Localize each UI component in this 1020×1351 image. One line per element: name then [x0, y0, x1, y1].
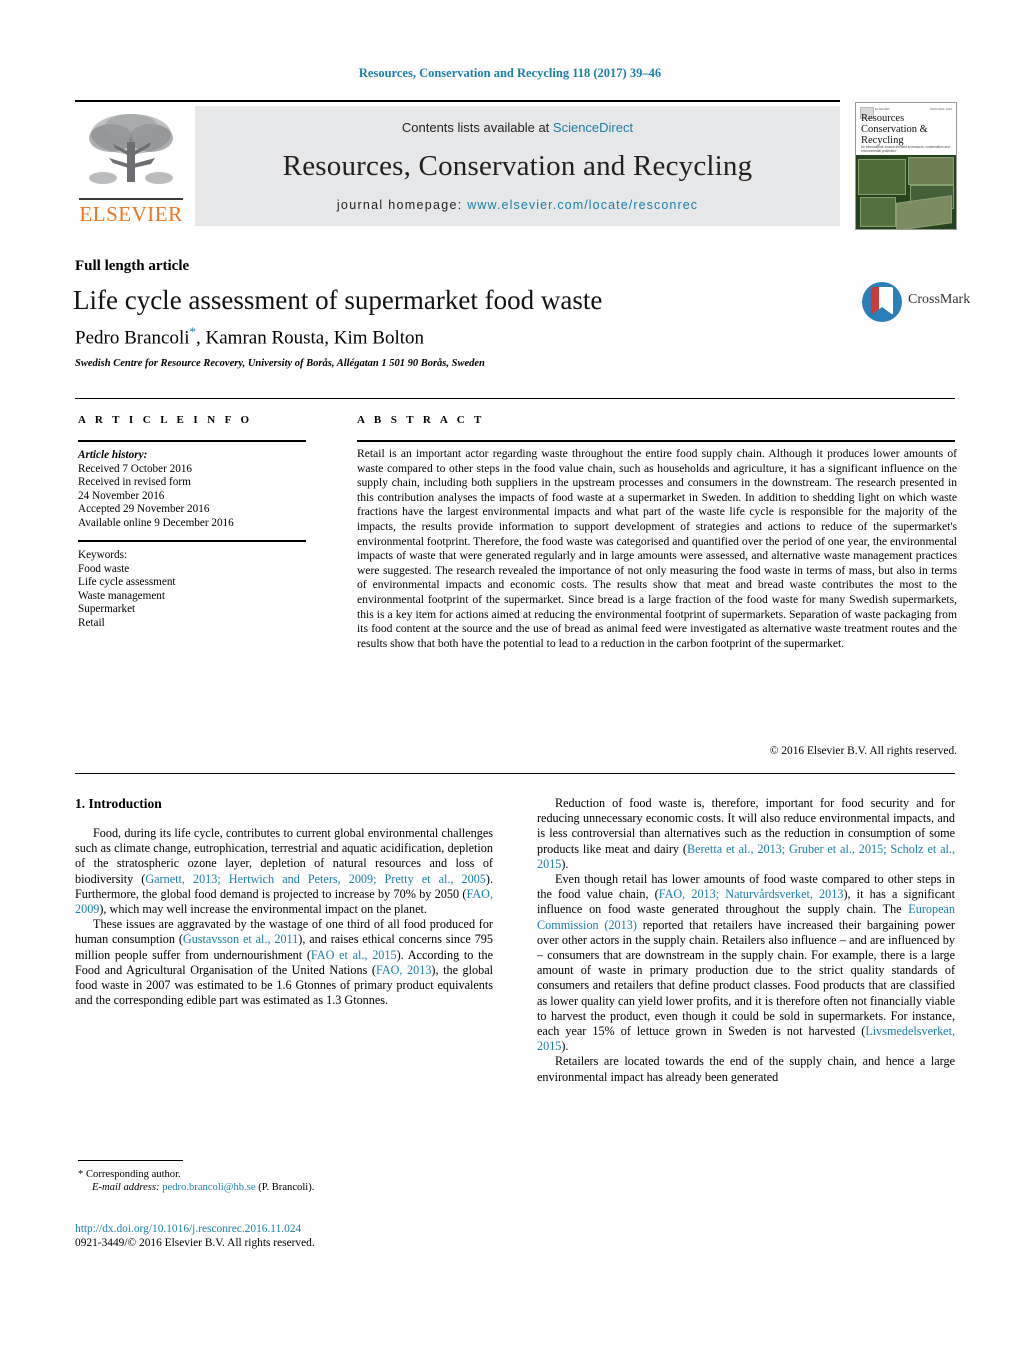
abstract-heading: A B S T R A C T	[357, 414, 485, 426]
abstract-rule	[357, 440, 955, 442]
history-item: Available online 9 December 2016	[78, 516, 234, 529]
logo-divider	[79, 198, 183, 200]
keyword-item: Life cycle assessment	[78, 576, 176, 589]
abstract-copyright: © 2016 Elsevier B.V. All rights reserved…	[769, 745, 957, 757]
affiliation: Swedish Centre for Resource Recovery, Un…	[75, 358, 485, 369]
citation-link[interactable]: FAO, 2013; Naturvårdsverket, 2013	[659, 887, 844, 901]
crossmark-icon	[862, 282, 902, 322]
journal-masthead: ELSEVIER Contents lists available at Sci…	[75, 100, 957, 230]
history-item: Accepted 29 November 2016	[78, 503, 210, 516]
journal-cover-thumbnail: ELSEVIER ISSN 0921-3449 Resources Conser…	[855, 102, 957, 230]
history-item: Received in revised form	[78, 476, 191, 489]
body-paragraph: Even though retail has lower amounts of …	[537, 872, 955, 1054]
email-link[interactable]: pedro.brancoli@hb.se	[162, 1182, 255, 1193]
cover-photo	[896, 195, 952, 229]
crossmark-label: CrossMark	[908, 292, 971, 307]
abstract-text: Retail is an important actor regarding w…	[357, 447, 957, 650]
doi-link[interactable]: http://dx.doi.org/10.1016/j.resconrec.20…	[75, 1223, 301, 1235]
cover-subtitle: An International Journal devoted to reso…	[861, 145, 950, 154]
cover-corner-right: ISSN 0921-3449	[929, 107, 952, 111]
cover-title: Resources Conservation & Recycling	[861, 113, 953, 146]
footnote-rule	[78, 1160, 183, 1161]
citation-link[interactable]: Beretta et al., 2013; Gruber et al., 201…	[537, 842, 955, 871]
author-list: Pedro Brancoli*, Kamran Rousta, Kim Bolt…	[75, 324, 835, 349]
keywords-rule	[78, 540, 306, 542]
cover-photo	[860, 197, 896, 227]
keyword-item: Waste management	[78, 589, 166, 602]
elsevier-wordmark: ELSEVIER	[79, 202, 183, 226]
citation-link[interactable]: FAO, 2009	[75, 887, 493, 916]
citation-link[interactable]: FAO et al., 2015	[311, 948, 397, 962]
sciencedirect-link[interactable]: ScienceDirect	[553, 120, 633, 135]
abstract-bottom-rule	[75, 773, 955, 774]
homepage-label: journal homepage:	[336, 198, 463, 212]
running-head: Resources, Conservation and Recycling 11…	[358, 66, 662, 80]
elsevier-tree-icon	[83, 108, 179, 196]
info-top-rule	[75, 398, 955, 399]
citation-link[interactable]: Garnett, 2013; Hertwich and Peters, 2009…	[145, 872, 486, 886]
journal-title: Resources, Conservation and Recycling	[282, 150, 753, 182]
journal-banner: Contents lists available at ScienceDirec…	[195, 106, 840, 226]
masthead-top-rule	[75, 100, 840, 102]
citation-link[interactable]: FAO, 2013	[376, 963, 431, 977]
citation-link[interactable]: Livsmedelsverket, 2015	[537, 1024, 955, 1053]
cover-title-line2: Conservation &	[861, 124, 928, 135]
keyword-item: Food waste	[78, 562, 130, 575]
body-column-right: Reduction of food waste is, therefore, i…	[537, 796, 955, 1085]
body-paragraph: Reduction of food waste is, therefore, i…	[537, 796, 955, 871]
article-info-heading: A R T I C L E I N F O	[78, 414, 253, 426]
body-paragraph: These issues are aggravated by the wasta…	[75, 917, 493, 1008]
history-item: 24 November 2016	[78, 489, 165, 502]
email-note: E-mail address: pedro.brancoli@hb.se (P.…	[78, 1181, 498, 1194]
body-paragraph: Food, during its life cycle, contributes…	[75, 826, 493, 917]
footnote-block: * Corresponding author. E-mail address: …	[78, 1168, 498, 1194]
crossmark-notch	[871, 307, 893, 315]
email-suffix: (P. Brancoli).	[258, 1182, 315, 1193]
issn-copyright: 0921-3449/© 2016 Elsevier B.V. All right…	[75, 1237, 315, 1249]
crossmark-badge[interactable]: CrossMark	[862, 282, 970, 322]
homepage-link[interactable]: www.elsevier.com/locate/resconrec	[467, 198, 698, 212]
email-label: E-mail address:	[92, 1182, 160, 1193]
citation-link[interactable]: Gustavsson et al., 2011	[183, 932, 298, 946]
body-paragraph: Retailers are located towards the end of…	[537, 1054, 955, 1084]
keyword-item: Retail	[78, 616, 105, 629]
article-page: Resources, Conservation and Recycling 11…	[0, 0, 1020, 1351]
page-title: Life cycle assessment of supermarket foo…	[73, 285, 603, 315]
article-history-label: Article history:	[78, 449, 148, 461]
article-history: Article history: Received 7 October 2016…	[78, 449, 310, 531]
cover-photo	[908, 157, 954, 185]
elsevier-logo: ELSEVIER	[75, 106, 187, 226]
cover-photo-collage	[856, 155, 956, 229]
corresponding-author-note: * Corresponding author.	[78, 1168, 498, 1181]
keywords-block: Keywords: Food waste Life cycle assessme…	[78, 549, 310, 631]
cover-photo	[858, 159, 906, 195]
keywords-label: Keywords:	[78, 549, 128, 561]
author-first: Pedro Brancoli	[75, 327, 190, 349]
doi-block: http://dx.doi.org/10.1016/j.resconrec.20…	[75, 1222, 505, 1250]
corresponding-note-label: Corresponding author.	[85, 1169, 181, 1180]
article-info-rule	[78, 440, 306, 442]
citation-link[interactable]: European Commission (2013)	[537, 902, 955, 931]
history-item: Received 7 October 2016	[78, 462, 193, 475]
cover-corner-left: ELSEVIER	[875, 107, 890, 111]
section-heading-introduction: 1. Introduction	[75, 796, 162, 811]
contents-line: Contents lists available at ScienceDirec…	[195, 120, 840, 135]
keyword-item: Supermarket	[78, 603, 136, 616]
contents-prefix: Contents lists available at	[401, 120, 553, 135]
cover-title-line1: Resources	[861, 113, 905, 124]
journal-homepage-line: journal homepage: www.elsevier.com/locat…	[195, 198, 840, 212]
corresponding-note-marker: *	[78, 1169, 84, 1180]
article-type: Full length article	[75, 258, 190, 274]
author-rest: , Kamran Rousta, Kim Bolton	[196, 327, 424, 349]
body-column-left: Food, during its life cycle, contributes…	[75, 826, 493, 1008]
